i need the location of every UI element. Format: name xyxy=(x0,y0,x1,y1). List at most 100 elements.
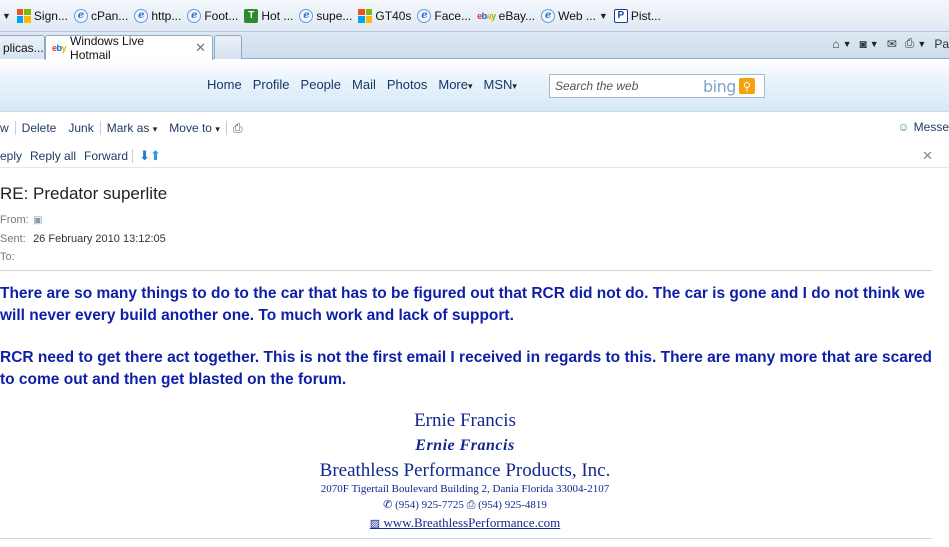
divider xyxy=(0,270,932,271)
signature-website-link[interactable]: www.BreathlessPerformance.com xyxy=(383,515,560,530)
message-subject: RE: Predator superlite xyxy=(0,184,168,203)
home-button[interactable]: ⌂ ▼ xyxy=(832,37,851,51)
windows-icon xyxy=(16,8,31,23)
hotmail-nav: Home Profile People Mail Photos More▾ MS… xyxy=(207,77,517,92)
close-message-icon[interactable]: ✕ xyxy=(922,148,933,164)
favorites-dropdown-icon[interactable]: ▼ xyxy=(2,11,11,21)
tab-bar: plicas... eby Windows Live Hotmail ✕ ⌂ ▼ … xyxy=(0,32,949,62)
next-message-icon[interactable]: ⬇ xyxy=(139,148,150,164)
page-menu-label: Pa xyxy=(934,36,949,51)
ie-page-icon: e xyxy=(417,8,432,23)
favorite-label: Sign... xyxy=(33,8,68,23)
signature-website-row: ▨ www.BreathlessPerformance.com xyxy=(0,515,930,531)
nav-profile[interactable]: Profile xyxy=(253,77,290,92)
sent-label: Sent: xyxy=(0,233,26,245)
hotmail-header: Home Profile People Mail Photos More▾ MS… xyxy=(0,60,949,112)
windows-icon xyxy=(358,8,373,23)
chevron-down-icon: ▼ xyxy=(917,38,927,49)
favorite-sign[interactable]: Sign... xyxy=(16,8,68,23)
favorite-label: cPan... xyxy=(90,8,129,23)
print-button[interactable]: ⎙ ▼ xyxy=(905,36,927,51)
ie-page-icon: e xyxy=(187,8,202,23)
favorite-ebay[interactable]: ebay eBay... xyxy=(477,9,535,23)
favorite-gt40s[interactable]: GT40s xyxy=(358,8,412,23)
tab-windows-live-hotmail[interactable]: eby Windows Live Hotmail ✕ xyxy=(45,34,213,62)
nav-msn-menu[interactable]: MSN▾ xyxy=(484,77,517,92)
read-mail-button[interactable]: ✉ xyxy=(887,37,897,51)
ebay-icon: eby xyxy=(52,43,67,53)
web-image-icon: ▨ xyxy=(369,518,381,530)
contact-icon[interactable]: ▣ xyxy=(33,215,42,226)
close-tab-icon[interactable]: ✕ xyxy=(195,40,206,56)
delete-button[interactable]: Delete xyxy=(16,121,63,135)
favorite-label: GT40s xyxy=(375,8,412,23)
favorite-http[interactable]: e http... xyxy=(134,8,181,23)
to-row: To: xyxy=(0,251,30,263)
favorite-label: Web ... xyxy=(558,8,596,23)
phone-icon: ✆ xyxy=(383,499,393,511)
reply-button[interactable]: eply xyxy=(0,149,26,163)
message-paragraph: There are so many things to do to the ca… xyxy=(0,285,925,324)
reply-all-button[interactable]: Reply all xyxy=(26,149,80,163)
to-label: To: xyxy=(0,251,15,263)
new-button[interactable]: w xyxy=(0,121,15,135)
move-to-button[interactable]: Move to ▾ xyxy=(163,121,226,135)
favorite-label: Pist... xyxy=(630,8,661,23)
command-bar: ⌂ ▼ ◙ ▼ ✉ ⎙ ▼ Pa xyxy=(832,36,949,51)
message-toolbar: w Delete Junk Mark as ▾ Move to ▾ ⎙ ☺ Me… xyxy=(0,116,949,140)
tab-applications[interactable]: plicas... xyxy=(0,35,45,59)
search-icon: ⚲ xyxy=(742,80,751,93)
forward-button[interactable]: Forward xyxy=(80,149,132,163)
nav-people[interactable]: People xyxy=(301,77,341,92)
previous-message-icon[interactable]: ⬆ xyxy=(150,148,161,164)
messenger-label: Messe xyxy=(913,120,949,134)
tab-label: Windows Live Hotmail xyxy=(70,34,145,62)
web-search-box: bing ⚲ xyxy=(549,74,765,98)
chevron-down-icon: ▼ xyxy=(869,38,879,49)
favorite-foot[interactable]: e Foot... xyxy=(187,8,239,23)
mail-icon: ✉ xyxy=(886,36,897,51)
feeds-button[interactable]: ◙ ▼ xyxy=(860,37,879,51)
p-logo-icon: P xyxy=(613,8,628,23)
chevron-down-icon: ▾ xyxy=(467,81,473,91)
chevron-down-icon: ▼ xyxy=(842,38,852,49)
favorite-supe[interactable]: e supe... xyxy=(299,8,353,23)
move-to-label: Move to xyxy=(169,121,212,135)
favorite-cpanel[interactable]: e cPan... xyxy=(73,8,129,23)
favorite-label: Face... xyxy=(434,8,472,23)
nav-photos[interactable]: Photos xyxy=(387,77,427,92)
mark-as-button[interactable]: Mark as ▾ xyxy=(101,121,164,135)
favorite-web[interactable]: e Web ... ▼ xyxy=(541,8,608,23)
divider xyxy=(0,538,932,539)
reply-toolbar: eply Reply all Forward ⬇ ⬆ ✕ xyxy=(0,144,949,168)
nav-more-menu[interactable]: More▾ xyxy=(438,77,472,92)
tab-label: plicas... xyxy=(3,40,44,55)
signature-name: Ernie Francis xyxy=(414,410,516,431)
nav-msn: MSN xyxy=(483,77,513,92)
favorite-hot[interactable]: T Hot ... xyxy=(244,8,293,23)
print-message-button[interactable]: ⎙ xyxy=(227,121,249,136)
from-label: From: xyxy=(0,214,29,226)
chevron-down-icon: ▼ xyxy=(598,10,608,21)
signature-company: Breathless Performance Products, Inc. xyxy=(319,460,611,481)
junk-button[interactable]: Junk xyxy=(62,121,99,135)
favorite-label: Foot... xyxy=(204,8,239,23)
favorite-pist[interactable]: P Pist... xyxy=(613,8,661,23)
t-logo-icon: T xyxy=(244,8,259,23)
nav-mail[interactable]: Mail xyxy=(352,77,376,92)
chevron-down-icon: ▾ xyxy=(152,124,158,134)
signature-phone-row: ✆ (954) 925-7725 ⎙ (954) 925-4819 xyxy=(0,498,930,512)
favorite-face[interactable]: e Face... xyxy=(417,8,472,23)
messenger-button[interactable]: ☺ Messe xyxy=(897,120,949,134)
ie-page-icon: e xyxy=(541,8,556,23)
search-input[interactable] xyxy=(555,76,703,96)
page-menu-button[interactable]: Pa xyxy=(934,37,949,51)
favorite-label: supe... xyxy=(316,8,353,23)
nav-home[interactable]: Home xyxy=(207,77,242,92)
ebay-icon: ebay xyxy=(477,10,496,21)
divider xyxy=(132,148,134,163)
printer-icon: ⎙ xyxy=(904,36,915,50)
new-tab-button[interactable] xyxy=(214,35,242,59)
nav-more: More xyxy=(438,77,468,92)
search-button[interactable]: ⚲ xyxy=(738,78,755,94)
